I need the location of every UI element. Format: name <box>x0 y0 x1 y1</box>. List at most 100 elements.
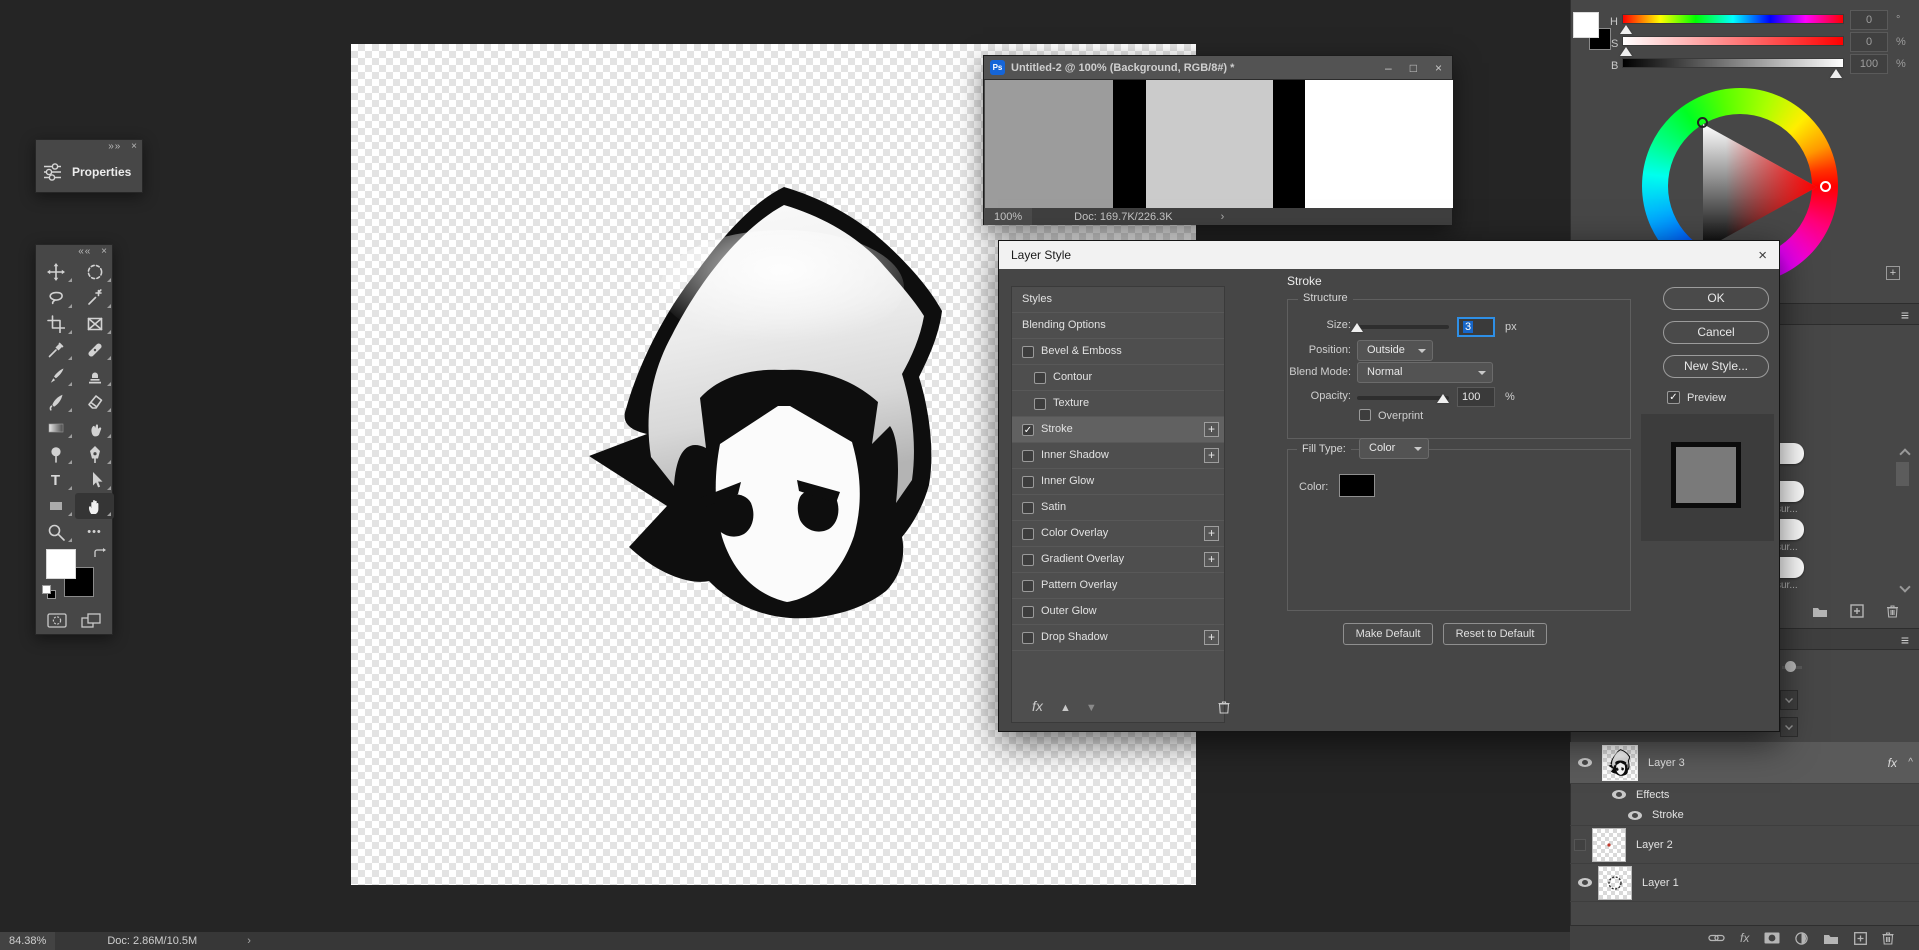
checkbox[interactable] <box>1022 580 1034 592</box>
stroke-color-swatch[interactable] <box>1339 474 1375 497</box>
default-colors-icon[interactable] <box>42 585 56 599</box>
more-tools[interactable]: ••• <box>75 519 114 545</box>
new-folder-icon[interactable] <box>1812 605 1828 618</box>
collapse-icon[interactable]: «« <box>78 246 91 257</box>
adjustment-layer-icon[interactable] <box>1795 932 1808 945</box>
hue-ring-selector[interactable] <box>1820 181 1831 192</box>
smudge-tool[interactable] <box>75 415 114 441</box>
status-chevron-icon[interactable]: › <box>247 935 251 947</box>
new-style-button[interactable]: New Style... <box>1663 355 1769 378</box>
shape-tool[interactable] <box>36 493 75 519</box>
brightness-value[interactable]: 100 <box>1850 54 1888 74</box>
close-icon[interactable]: × <box>101 246 108 257</box>
preview-checkbox[interactable]: ✓ <box>1667 391 1680 404</box>
blur-tool[interactable] <box>36 441 75 467</box>
pattern-overlay-item[interactable]: Pattern Overlay <box>1012 573 1224 599</box>
gradient-overlay-item[interactable]: Gradient Overlay+ <box>1012 547 1224 573</box>
brushes-panel-header[interactable]: ≡ <box>1780 303 1919 325</box>
layers-panel-header[interactable]: ≡ <box>1780 628 1919 650</box>
effects-row[interactable]: Effects <box>1570 784 1919 805</box>
zoom-level[interactable]: 84.38% <box>0 932 55 950</box>
opacity-input[interactable]: 100 <box>1457 387 1495 407</box>
checkbox-checked[interactable]: ✓ <box>1022 424 1034 436</box>
checkbox[interactable] <box>1022 554 1034 566</box>
zoom-tool[interactable] <box>36 519 75 545</box>
checkbox[interactable] <box>1022 450 1034 462</box>
inner-glow-item[interactable]: Inner Glow <box>1012 469 1224 495</box>
add-instance-icon[interactable]: + <box>1204 422 1219 437</box>
saturation-slider-thumb[interactable] <box>1620 47 1632 56</box>
visibility-empty-box[interactable] <box>1574 839 1586 851</box>
stroke-effect-row[interactable]: Stroke <box>1570 805 1919 826</box>
move-style-down-icon[interactable]: ▼ <box>1086 702 1097 714</box>
document-window-titlebar[interactable]: Ps Untitled-2 @ 100% (Background, RGB/8#… <box>984 56 1452 80</box>
reset-default-button[interactable]: Reset to Default <box>1443 623 1547 645</box>
lasso-tool[interactable] <box>36 285 75 311</box>
delete-layer-icon[interactable] <box>1882 931 1894 945</box>
collapse-effects-icon[interactable]: ^ <box>1908 757 1913 768</box>
eraser-tool[interactable] <box>75 389 114 415</box>
add-instance-icon[interactable]: + <box>1204 448 1219 463</box>
blending-options-item[interactable]: Blending Options <box>1012 313 1224 339</box>
clone-stamp-tool[interactable] <box>75 363 114 389</box>
document-preview[interactable] <box>985 80 1451 208</box>
document-zoom-level[interactable]: 100% <box>984 208 1032 225</box>
inner-shadow-item[interactable]: Inner Shadow+ <box>1012 443 1224 469</box>
swap-colors-icon[interactable] <box>92 547 108 563</box>
size-input[interactable]: 3 <box>1457 317 1495 337</box>
checkbox[interactable] <box>1034 398 1046 410</box>
saturation-value[interactable]: 0 <box>1850 32 1888 52</box>
checkbox[interactable] <box>1022 632 1034 644</box>
document-window[interactable]: Ps Untitled-2 @ 100% (Background, RGB/8#… <box>983 55 1453 225</box>
visibility-eye-icon[interactable] <box>1612 790 1626 799</box>
stroke-item[interactable]: ✓Stroke+ <box>1012 417 1224 443</box>
foreground-color-swatch[interactable] <box>46 549 76 579</box>
dialog-titlebar[interactable]: Layer Style × <box>999 241 1779 269</box>
close-icon[interactable]: × <box>131 141 138 152</box>
fill-type-dropdown[interactable]: Color <box>1359 438 1429 459</box>
hand-tool[interactable] <box>75 493 114 519</box>
satin-item[interactable]: Satin <box>1012 495 1224 521</box>
scrollbar-thumb[interactable] <box>1896 462 1909 486</box>
delete-icon[interactable] <box>1886 604 1899 618</box>
type-tool[interactable]: T <box>36 467 75 493</box>
layer-row-layer3[interactable]: Layer 3 fx ^ <box>1570 742 1919 784</box>
fg-bg-swatches[interactable] <box>1573 12 1601 52</box>
add-mask-icon[interactable] <box>1764 932 1780 944</box>
move-tool[interactable] <box>36 259 75 285</box>
layers-opacity-thumb[interactable] <box>1785 661 1796 672</box>
add-swatch-button[interactable]: + <box>1886 266 1900 280</box>
toolbox-header[interactable]: «« × <box>36 245 112 259</box>
checkbox[interactable] <box>1022 476 1034 488</box>
ellipse-marquee-tool[interactable] <box>75 259 114 285</box>
checkbox[interactable] <box>1022 346 1034 358</box>
properties-panel-header[interactable]: »» × <box>36 140 142 154</box>
hue-slider[interactable] <box>1622 14 1844 24</box>
triangle-selector[interactable] <box>1697 117 1708 128</box>
fx-menu-icon[interactable]: fx <box>1032 698 1043 714</box>
move-style-up-icon[interactable]: ▲ <box>1060 702 1071 714</box>
position-dropdown[interactable]: Outside <box>1357 340 1433 361</box>
status-chevron-icon[interactable]: › <box>1221 211 1225 223</box>
cancel-button[interactable]: Cancel <box>1663 321 1769 344</box>
size-slider-thumb[interactable] <box>1351 323 1363 332</box>
styles-item[interactable]: Styles <box>1012 287 1224 313</box>
layers-lock-dropdown-stub[interactable] <box>1780 717 1798 737</box>
outer-glow-item[interactable]: Outer Glow <box>1012 599 1224 625</box>
crop-tool[interactable] <box>36 311 75 337</box>
eyedropper-tool[interactable] <box>36 337 75 363</box>
drop-shadow-item[interactable]: Drop Shadow+ <box>1012 625 1224 651</box>
texture-item[interactable]: Texture <box>1012 391 1224 417</box>
path-select-tool[interactable] <box>75 467 114 493</box>
frame-tool[interactable] <box>75 311 114 337</box>
properties-panel[interactable]: »» × Properties <box>35 139 143 193</box>
maximize-button[interactable]: □ <box>1410 61 1417 75</box>
layers-blend-dropdown-stub[interactable] <box>1780 690 1798 710</box>
contour-item[interactable]: Contour <box>1012 365 1224 391</box>
panel-menu-icon[interactable]: ≡ <box>1901 632 1909 648</box>
blend-mode-dropdown[interactable]: Normal <box>1357 362 1493 383</box>
brightness-slider-thumb[interactable] <box>1830 69 1842 78</box>
saturation-slider[interactable] <box>1622 36 1844 46</box>
layer-row-layer2[interactable]: Layer 2 <box>1570 826 1919 864</box>
dialog-close-icon[interactable]: × <box>1758 247 1767 264</box>
